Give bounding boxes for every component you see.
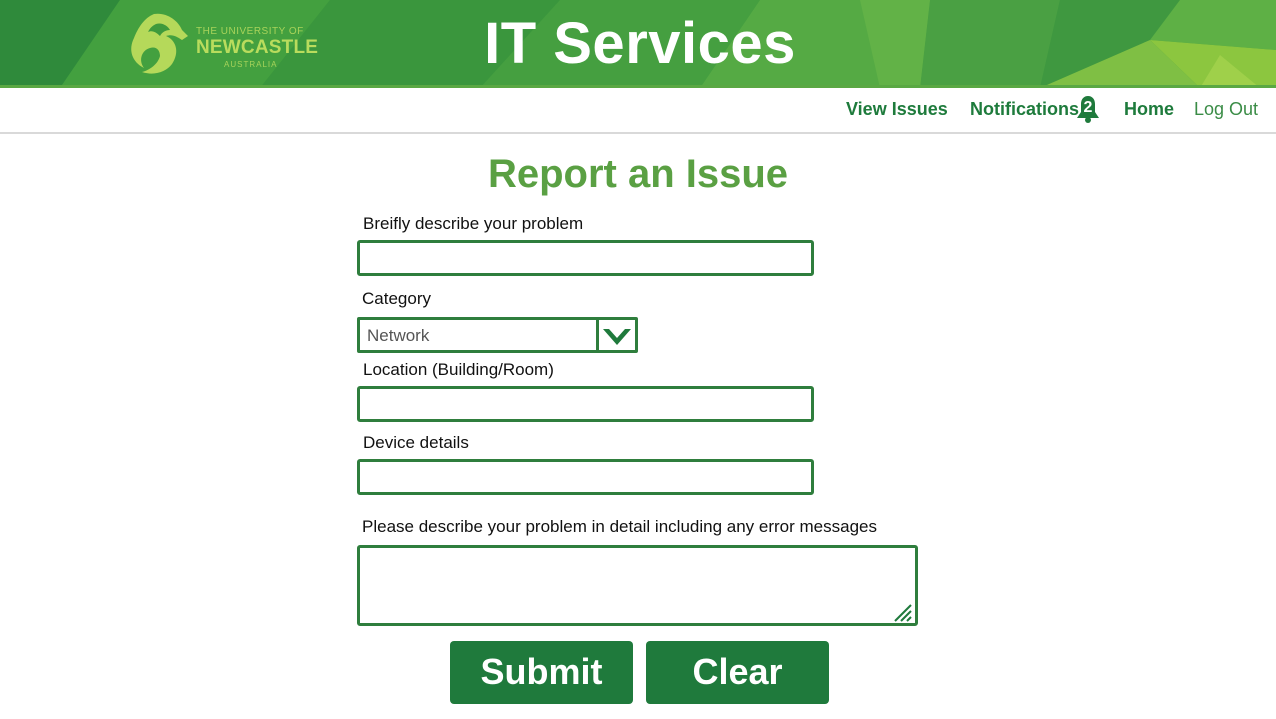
notification-bell-icon[interactable]: 2	[1072, 94, 1104, 124]
category-select[interactable]: Network	[357, 317, 638, 353]
brief-description-label: Breifly describe your problem	[363, 214, 584, 233]
clear-button[interactable]: Clear	[646, 641, 829, 704]
top-navigation: View Issues Notifications 2 Home Log Out	[0, 88, 1276, 134]
portal-title: IT Services Portal	[484, 11, 796, 88]
chevron-down-icon	[603, 329, 631, 345]
nav-notifications[interactable]: Notifications	[970, 99, 1079, 120]
university-line-1: THE UNIVERSITY OF	[196, 26, 304, 37]
location-label: Location (Building/Room)	[363, 360, 554, 379]
university-logo[interactable]: THE UNIVERSITY OF NEWCASTLE AUSTRALIA	[126, 10, 319, 78]
notification-count-badge: 2	[1083, 99, 1093, 116]
university-name: NEWCASTLE	[196, 37, 319, 58]
device-details-label: Device details	[363, 433, 469, 452]
device-details-input[interactable]	[357, 459, 814, 495]
nav-home[interactable]: Home	[1124, 99, 1174, 120]
brief-description-input[interactable]	[357, 240, 814, 276]
resize-grip-icon[interactable]	[893, 603, 913, 623]
location-input[interactable]	[357, 386, 814, 422]
category-label: Category	[362, 289, 431, 308]
nav-view-issues[interactable]: View Issues	[846, 99, 948, 120]
nav-logout[interactable]: Log Out	[1194, 99, 1258, 120]
problem-detail-label: Please describe your problem in detail i…	[362, 517, 877, 536]
header-banner: THE UNIVERSITY OF NEWCASTLE AUSTRALIA IT…	[0, 0, 1276, 88]
category-dropdown-button[interactable]	[596, 320, 635, 350]
seahorse-logo-icon	[131, 13, 188, 74]
problem-detail-textarea[interactable]	[357, 545, 918, 626]
category-selected-value: Network	[367, 326, 430, 345]
submit-button[interactable]: Submit	[450, 641, 633, 704]
page-title: Report an Issue	[487, 152, 789, 196]
university-line-3: AUSTRALIA	[224, 60, 278, 69]
